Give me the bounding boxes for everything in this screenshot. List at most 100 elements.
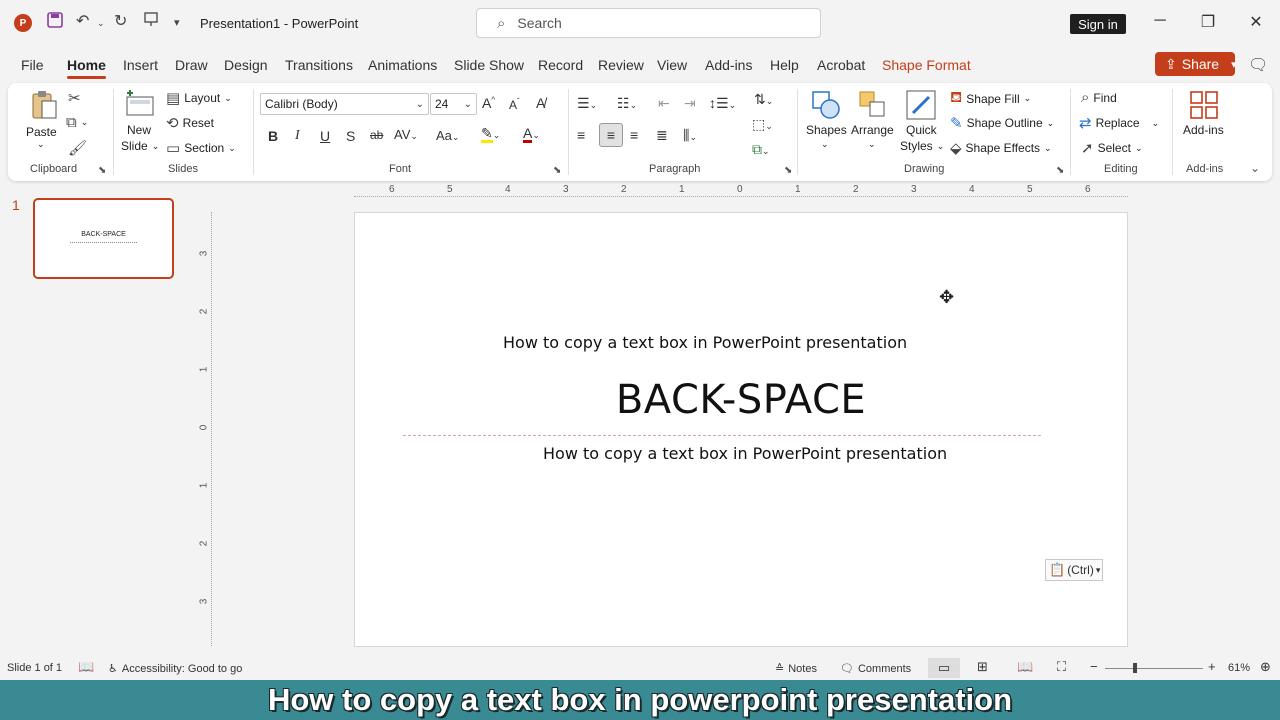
find-button[interactable]: ⌕ Find bbox=[1081, 89, 1117, 106]
redo-icon[interactable]: ↻ bbox=[114, 11, 127, 31]
undo-icon[interactable]: ↶ bbox=[76, 11, 89, 31]
clear-formatting-icon[interactable]: A̸ bbox=[536, 95, 545, 111]
quick-styles-label[interactable]: Quick bbox=[906, 123, 937, 137]
notes-button[interactable]: ≙ Notes bbox=[775, 662, 817, 676]
customize-qat-icon[interactable]: ▾ bbox=[174, 16, 180, 29]
tab-acrobat[interactable]: Acrobat bbox=[817, 57, 865, 73]
tab-review[interactable]: Review bbox=[598, 57, 644, 73]
tab-draw[interactable]: Draw bbox=[175, 57, 208, 73]
select-button[interactable]: ➚ Select ⌄ bbox=[1081, 139, 1142, 157]
add-ins-button[interactable]: Add-ins bbox=[1183, 123, 1224, 137]
tab-file[interactable]: File bbox=[21, 57, 44, 73]
reset-button[interactable]: ⟲ Reset bbox=[166, 114, 214, 132]
columns-icon[interactable]: ⫼⌄ bbox=[683, 127, 697, 144]
arrange-button[interactable]: Arrange bbox=[851, 123, 894, 137]
arrange-dropdown-icon[interactable]: ⌄ bbox=[868, 139, 876, 150]
reading-view-icon[interactable]: 📖 bbox=[1017, 659, 1033, 675]
shapes-dropdown-icon[interactable]: ⌄ bbox=[821, 139, 829, 150]
zoom-slider[interactable] bbox=[1105, 663, 1203, 673]
quick-styles-icon[interactable] bbox=[905, 89, 937, 121]
copied-text-box[interactable]: How to copy a text box in PowerPoint pre… bbox=[503, 333, 907, 352]
increase-font-size-icon[interactable]: A^ bbox=[482, 95, 495, 111]
normal-view-icon[interactable]: ▭ bbox=[928, 658, 960, 678]
font-launcher-icon[interactable]: ⬊ bbox=[553, 165, 561, 176]
tab-view[interactable]: View bbox=[657, 57, 687, 73]
fit-to-window-icon[interactable]: ⊕ bbox=[1260, 659, 1271, 675]
comments-icon[interactable]: 🗨 bbox=[1248, 55, 1268, 75]
tab-design[interactable]: Design bbox=[224, 57, 268, 73]
close-icon[interactable]: ✕ bbox=[1246, 12, 1266, 32]
cut-icon[interactable]: ✂ bbox=[68, 89, 81, 107]
tab-add-ins[interactable]: Add-ins bbox=[705, 57, 752, 73]
font-name-dropdown[interactable]: Calibri (Body) ⌄ bbox=[260, 93, 429, 115]
new-slide-label[interactable]: New bbox=[127, 123, 151, 137]
quick-styles-button[interactable]: Styles ⌄ bbox=[900, 139, 944, 153]
paste-button[interactable]: Paste bbox=[26, 125, 57, 139]
new-slide-icon[interactable] bbox=[124, 89, 156, 121]
shapes-button[interactable]: Shapes bbox=[806, 123, 847, 137]
increase-indent-icon[interactable]: ⇥ bbox=[684, 95, 696, 112]
paste-icon[interactable] bbox=[28, 89, 60, 121]
slide-sorter-icon[interactable]: ⊞ bbox=[977, 659, 988, 675]
add-ins-icon[interactable] bbox=[1188, 89, 1220, 121]
bold-icon[interactable]: B bbox=[268, 128, 278, 144]
shape-outline-button[interactable]: ✎ Shape Outline ⌄ bbox=[950, 114, 1054, 132]
drawing-launcher-icon[interactable]: ⬊ bbox=[1056, 165, 1064, 176]
tab-slide-show[interactable]: Slide Show bbox=[454, 57, 524, 73]
italic-icon[interactable]: I bbox=[295, 128, 300, 144]
text-direction-icon[interactable]: ⇅⌄ bbox=[754, 91, 773, 108]
arrange-icon[interactable] bbox=[857, 89, 889, 121]
slide-title[interactable]: BACK-SPACE bbox=[355, 377, 1127, 423]
numbering-icon[interactable]: ☷⌄ bbox=[617, 95, 637, 112]
horizontal-ruler[interactable]: 6 5 4 3 2 1 0 1 2 3 4 5 6 bbox=[354, 184, 1128, 198]
layout-button[interactable]: ▤ Layout ⌄ bbox=[166, 89, 232, 107]
section-button[interactable]: ▭ Section ⌄ bbox=[166, 139, 236, 157]
tab-home[interactable]: Home bbox=[67, 57, 106, 79]
shape-fill-button[interactable]: ⛾ Shape Fill ⌄ bbox=[950, 89, 1031, 108]
slide-canvas[interactable]: How to copy a text box in PowerPoint pre… bbox=[354, 212, 1128, 647]
restore-icon[interactable]: ❐ bbox=[1198, 12, 1218, 32]
undo-dropdown-icon[interactable]: ⌄ bbox=[97, 18, 105, 29]
share-button[interactable]: ⇪ Share ▾ bbox=[1155, 52, 1237, 76]
change-case-icon[interactable]: Aa⌄ bbox=[436, 128, 459, 143]
present-from-start-icon[interactable] bbox=[143, 11, 159, 32]
align-center-icon[interactable]: ≡ bbox=[599, 123, 623, 147]
shape-effects-button[interactable]: ⬙ Shape Effects ⌄ bbox=[950, 139, 1052, 157]
paste-options-button[interactable]: 📋 (Ctrl) ▾ bbox=[1045, 559, 1103, 581]
comments-button[interactable]: 🗨 Comments bbox=[840, 662, 911, 676]
paragraph-launcher-icon[interactable]: ⬊ bbox=[784, 165, 792, 176]
tab-record[interactable]: Record bbox=[538, 57, 583, 73]
accessibility-status[interactable]: ♿ Accessibility: Good to go bbox=[108, 662, 242, 676]
vertical-ruler[interactable]: 3 2 1 0 1 2 3 bbox=[198, 212, 213, 646]
search-input[interactable]: ⌕ Search bbox=[476, 8, 821, 38]
tab-shape-format[interactable]: Shape Format bbox=[882, 57, 971, 73]
align-text-icon[interactable]: ⬚⌄ bbox=[752, 116, 773, 133]
paste-dropdown-icon[interactable]: ⌄ bbox=[37, 139, 45, 150]
share-dropdown-icon[interactable]: ▾ bbox=[1231, 58, 1237, 71]
clipboard-launcher-icon[interactable]: ⬊ bbox=[98, 165, 106, 176]
sign-in-button[interactable]: Sign in bbox=[1070, 14, 1126, 34]
line-spacing-icon[interactable]: ↕☰⌄ bbox=[709, 95, 736, 112]
save-icon[interactable] bbox=[46, 11, 64, 34]
replace-button[interactable]: ⇄ Replace ⌄ bbox=[1079, 114, 1159, 132]
tab-animations[interactable]: Animations bbox=[368, 57, 437, 73]
highlight-icon[interactable]: ✎⌄ bbox=[481, 125, 500, 143]
align-left-icon[interactable]: ≡ bbox=[577, 127, 585, 143]
text-shadow-icon[interactable]: S bbox=[346, 128, 355, 144]
character-spacing-icon[interactable]: AV⌄ bbox=[394, 127, 418, 142]
tab-transitions[interactable]: Transitions bbox=[285, 57, 353, 73]
format-painter-icon[interactable]: 🖌 bbox=[68, 139, 87, 157]
shapes-icon[interactable] bbox=[810, 89, 842, 121]
justify-icon[interactable]: ≣ bbox=[656, 127, 668, 144]
zoom-level[interactable]: 61% bbox=[1228, 662, 1250, 674]
smartart-icon[interactable]: ⧉⌄ bbox=[752, 141, 770, 158]
spelling-icon[interactable]: 📖 bbox=[78, 659, 94, 675]
tab-help[interactable]: Help bbox=[770, 57, 799, 73]
align-right-icon[interactable]: ≡ bbox=[630, 127, 638, 143]
strikethrough-icon[interactable]: ab bbox=[370, 128, 383, 142]
font-color-icon[interactable]: A⌄ bbox=[523, 125, 540, 143]
decrease-indent-icon[interactable]: ⇤ bbox=[658, 95, 670, 112]
minimize-icon[interactable]: ─ bbox=[1150, 12, 1170, 30]
collapse-ribbon-icon[interactable]: ⌄ bbox=[1250, 161, 1260, 175]
bullets-icon[interactable]: ☰⌄ bbox=[577, 95, 597, 112]
